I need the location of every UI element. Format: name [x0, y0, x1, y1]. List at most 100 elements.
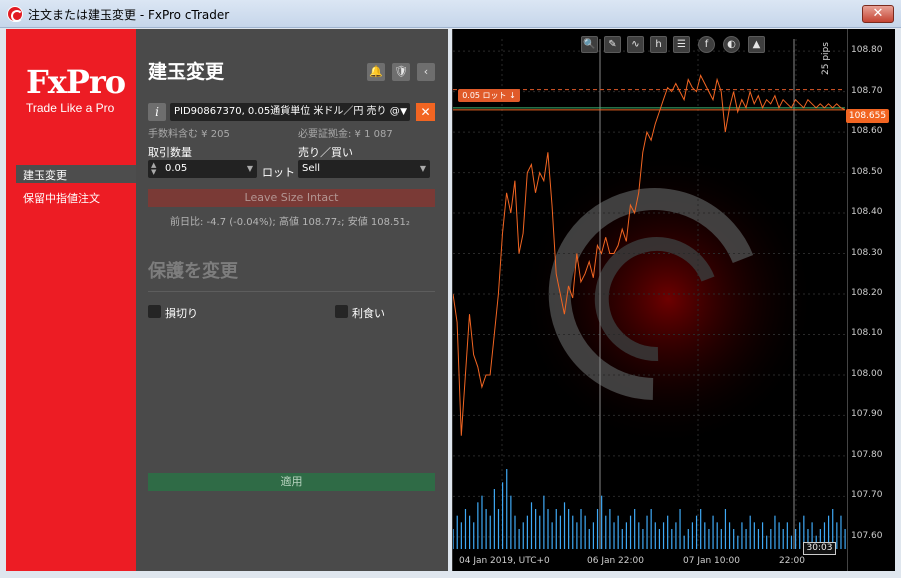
volume-bar [741, 522, 743, 549]
volume-bar [679, 509, 681, 549]
time-label: 22:00 [779, 556, 805, 566]
volume-bar [671, 529, 673, 549]
checklist-icon[interactable]: ☰ [673, 36, 690, 53]
stop-loss-checkbox[interactable] [148, 305, 161, 318]
close-position-button[interactable]: ✕ [416, 103, 435, 121]
volume-bar [518, 529, 520, 549]
divider [148, 291, 435, 292]
position-select[interactable]: PID90867370, 0.05通貨単位 米ドル／円 売り @ ▼ [170, 103, 410, 121]
volume-bar [576, 522, 578, 549]
alert-icon[interactable]: ▲ [748, 36, 765, 53]
volume-bar [712, 515, 714, 549]
volume-bar [613, 522, 615, 549]
volume-bar [629, 515, 632, 549]
bell-icon[interactable]: 🔔 [367, 63, 385, 81]
time-label: 04 Jan 2019, UTC+0 [459, 556, 550, 566]
theme-icon[interactable]: ◐ [723, 36, 740, 53]
protection-title: 保護を変更 [148, 261, 238, 282]
chevron-down-icon: ▼ [400, 107, 407, 117]
price-tick-label: 108.60 [851, 126, 883, 137]
volume-bar [456, 515, 458, 549]
volume-bar [662, 522, 665, 549]
volume-bar [700, 509, 702, 549]
current-price-tag: 108.655 [846, 109, 889, 123]
volume-bar [733, 529, 735, 549]
price-tick-label: 108.20 [851, 288, 883, 298]
volume-bar [654, 522, 656, 549]
take-profit-label: 利食い [352, 307, 385, 320]
volume-bar [642, 529, 644, 549]
volume-bar [691, 522, 694, 549]
indicator-icon[interactable]: ∿ [627, 36, 644, 53]
volume-bar [547, 509, 549, 549]
volume-bar [761, 522, 764, 549]
timeframe-icon[interactable]: h [650, 36, 667, 53]
page-title: 建玉変更 [148, 61, 225, 83]
price-tick-label: 108.30 [851, 247, 883, 258]
volume-bar [836, 522, 838, 549]
volume-bar [601, 495, 603, 549]
volume-bar [778, 522, 780, 549]
volume-bar [489, 515, 491, 549]
window-close-button[interactable]: ✕ [862, 5, 894, 23]
stepper-arrows-icon[interactable]: ▲ ▼ [151, 162, 156, 176]
volume-bar [745, 529, 747, 549]
time-label: 07 Jan 10:00 [683, 556, 740, 566]
daily-stats: 前日比: -4.7 (-0.04%); 高値 108.77₂; 安値 108.5… [170, 217, 410, 228]
logo-wordmark: FxPro [26, 63, 126, 101]
chevron-left-icon[interactable]: ‹ [417, 63, 435, 81]
volume-bar [596, 509, 599, 549]
info-icon[interactable]: i [148, 103, 166, 121]
volume-bar [477, 502, 479, 549]
apply-button[interactable]: 適用 [148, 473, 435, 491]
volume-bar [563, 502, 566, 549]
volume-bar [753, 522, 755, 549]
chevron-down-icon: ▼ [419, 164, 426, 173]
price-tick-label: 108.00 [851, 368, 883, 379]
price-tick-label: 108.10 [851, 328, 883, 339]
price-tick-label: 108.70 [851, 85, 883, 96]
volume-bar [749, 515, 751, 549]
sidebar-item-pending-orders[interactable]: 保留中指値注文 [16, 188, 142, 206]
price-tick-label: 108.40 [851, 207, 883, 218]
leave-size-intact-button[interactable]: Leave Size Intact [148, 189, 435, 207]
order-form: 建玉変更 🔔 🛡 ‹ i PID90867370, 0.05通貨単位 米ドル／円… [136, 29, 448, 571]
facebook-icon[interactable]: f [698, 36, 715, 53]
position-select-value: PID90867370, 0.05通貨単位 米ドル／円 売り @ [174, 106, 400, 117]
volume-bar [770, 529, 772, 549]
volume-bar [695, 515, 698, 549]
quantity-unit: ロット [262, 166, 295, 179]
price-chart[interactable]: 🔍 ✎ ∿ h ☰ f ◐ ▲ 108.80 108.70 108.60 108.50… [452, 29, 895, 571]
volume-bar [840, 515, 842, 549]
volume-bar [650, 509, 652, 549]
app-logo-icon [7, 6, 23, 22]
take-profit-checkbox[interactable] [335, 305, 348, 318]
volume-bar [481, 495, 483, 549]
volume-bar [720, 529, 722, 549]
quantity-label: 取引数量 [148, 146, 192, 159]
edit-chart-icon[interactable]: ✎ [604, 36, 621, 53]
price-tick-label: 108.80 [851, 45, 883, 56]
volume-bar [497, 509, 500, 549]
zoom-icon[interactable]: 🔍 [581, 36, 598, 53]
sidebar-item-modify-position[interactable]: 建玉変更 [16, 165, 142, 183]
volume-bar [724, 509, 727, 549]
volume-bar [638, 522, 640, 549]
shield-icon[interactable]: 🛡 [392, 63, 410, 81]
chart-canvas[interactable] [453, 29, 896, 571]
volume-bar [844, 529, 846, 549]
volume-bar [502, 482, 504, 549]
side-value: Sell [302, 163, 321, 174]
side-select[interactable]: Sell ▼ [298, 160, 430, 178]
position-lot-tag[interactable]: 0.05 ロット ↓ [458, 89, 520, 102]
logo-tagline: Trade Like a Pro [26, 101, 115, 115]
volume-bar [625, 522, 628, 549]
quantity-stepper[interactable]: ▲ ▼ 0.05 ▼ [148, 160, 257, 178]
volume-bar [588, 529, 590, 549]
time-cursor-label: 30:03 [803, 542, 836, 555]
volume-bar [460, 522, 462, 549]
volume-bar [728, 522, 731, 549]
volume-bar [774, 515, 776, 549]
volume-bar [493, 489, 495, 549]
volume-bar [555, 509, 557, 549]
